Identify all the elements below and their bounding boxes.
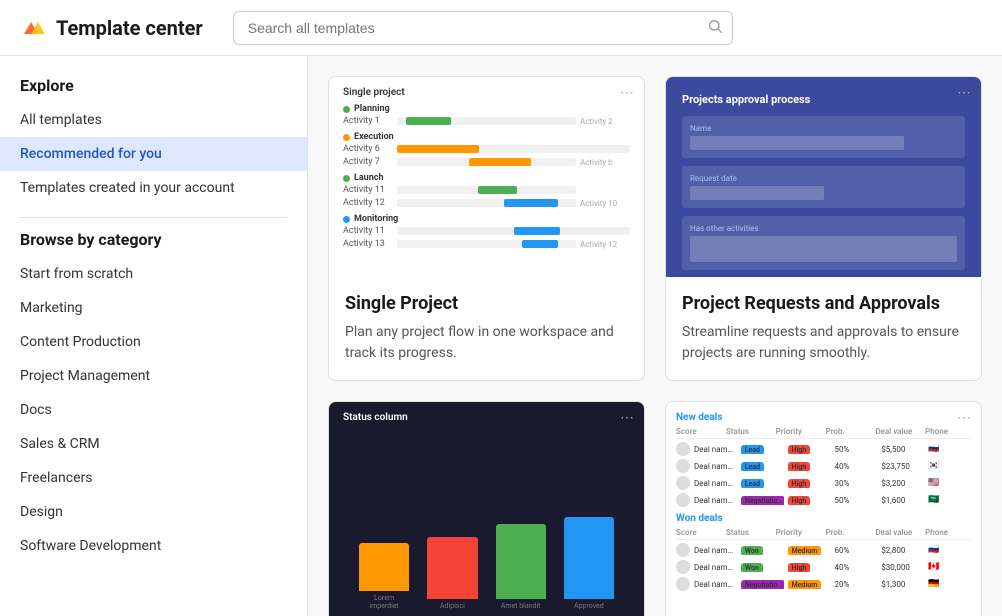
app-title: Template center xyxy=(56,16,203,40)
header: Template center xyxy=(0,0,1002,56)
card-preview-single-project: ⋯ Single project Planning Activity 1 Act… xyxy=(329,77,644,277)
more-icon[interactable]: ⋯ xyxy=(620,410,634,426)
sales-row: Deal name 2 Lead High 40%$23,750🇰🇷 xyxy=(676,459,971,473)
sales-row: Deal name 4 Negotiation High 50%$1,600🇸🇦 xyxy=(676,493,971,507)
more-icon[interactable]: ⋯ xyxy=(620,85,634,101)
sales-row: Deal name 5 Won Medium 60%$2,800🇷🇺 xyxy=(676,543,971,557)
gantt-monitoring: Monitoring xyxy=(343,214,630,224)
sidebar-divider xyxy=(20,217,287,218)
sidebar-item-scratch[interactable]: Start from scratch xyxy=(0,257,307,291)
sales-table: New deals ScoreStatusPriorityProb.Deal v… xyxy=(666,402,981,602)
bar-item: Adipisci xyxy=(427,537,477,610)
template-card-approval-process[interactable]: ⋯ Status column Lorem imperdiet Adipisci xyxy=(328,401,645,616)
template-grid: ⋯ Single project Planning Activity 1 Act… xyxy=(328,76,982,616)
card-preview-sales-pipeline: ⋯ New deals ScoreStatusPriorityProb.Deal… xyxy=(666,402,981,602)
search-input[interactable] xyxy=(233,11,733,45)
bar-item: Amet blandit xyxy=(496,524,546,610)
card-title: Project Requests and Approvals xyxy=(682,293,965,314)
explore-title: Explore xyxy=(0,76,307,103)
card-title: Single Project xyxy=(345,293,628,314)
gantt-row: Activity 7 Activity b xyxy=(343,157,630,167)
gantt-row: Activity 11 xyxy=(343,185,630,195)
browse-title: Browse by category xyxy=(0,230,307,257)
sidebar-item-pm[interactable]: Project Management xyxy=(0,359,307,393)
sales-row: Deal name 1 Lead High 50%$5,500🇷🇺 xyxy=(676,442,971,456)
sidebar-item-design[interactable]: Design xyxy=(0,495,307,529)
sidebar: Explore All templates Recommended for yo… xyxy=(0,56,308,616)
more-icon[interactable]: ⋯ xyxy=(957,85,971,101)
sidebar-item-content[interactable]: Content Production xyxy=(0,325,307,359)
template-card-project-requests[interactable]: ⋯ Projects approval process Name Request… xyxy=(665,76,982,381)
card-desc: Streamline requests and approvals to ens… xyxy=(682,322,965,364)
sidebar-item-freelancers[interactable]: Freelancers xyxy=(0,461,307,495)
gantt-execution: Execution xyxy=(343,132,630,142)
template-card-sales-pipeline[interactable]: ⋯ New deals ScoreStatusPriorityProb.Deal… xyxy=(665,401,982,616)
more-icon[interactable]: ⋯ xyxy=(957,410,971,426)
gantt-row: Activity 11 xyxy=(343,226,630,236)
preview-label: Single project xyxy=(343,87,630,98)
sidebar-item-account[interactable]: Templates created in your account xyxy=(0,171,307,205)
sidebar-item-marketing[interactable]: Marketing xyxy=(0,291,307,325)
card-body-sales-pipeline: Sales pipeline xyxy=(666,602,981,616)
gantt-launch: Launch xyxy=(343,173,630,183)
sales-row: Deal name 3 Lead High 30%$3,200🇺🇸 xyxy=(676,476,971,490)
template-main: ⋯ Single project Planning Activity 1 Act… xyxy=(308,56,1002,616)
approval-preview-title: Projects approval process xyxy=(682,93,965,106)
template-card-single-project[interactable]: ⋯ Single project Planning Activity 1 Act… xyxy=(328,76,645,381)
bar-item: Lorem imperdiet xyxy=(359,543,409,610)
search-bar xyxy=(233,11,733,45)
sidebar-item-software[interactable]: Software Development xyxy=(0,529,307,563)
logo-icon xyxy=(20,14,48,42)
sales-row: Deal name 6 Won High 40%$30,000🇨🇦 xyxy=(676,560,971,574)
gantt-row: Activity 6 xyxy=(343,144,630,154)
sidebar-item-recommended[interactable]: Recommended for you xyxy=(0,137,307,171)
main-layout: Explore All templates Recommended for yo… xyxy=(0,56,1002,616)
card-preview-project-requests: ⋯ Projects approval process Name Request… xyxy=(666,77,981,277)
card-desc: Plan any project flow in one workspace a… xyxy=(345,322,628,364)
bar-item: Approved xyxy=(564,517,614,610)
logo: Template center xyxy=(20,14,203,42)
gantt-row: Activity 12 Activity 10 xyxy=(343,198,630,208)
gantt-planning: Planning xyxy=(343,104,630,114)
preview-label: Status column xyxy=(343,412,408,423)
card-preview-approval-process: ⋯ Status column Lorem imperdiet Adipisci xyxy=(329,402,644,616)
card-body-project-requests: Project Requests and Approvals Streamlin… xyxy=(666,277,981,380)
sidebar-item-all[interactable]: All templates xyxy=(0,103,307,137)
sales-row: Deal name 7 Negotiation Medium 20%$1,300… xyxy=(676,577,971,591)
gantt-row: Activity 13 Activity 12 xyxy=(343,239,630,249)
search-icon xyxy=(707,18,723,38)
sidebar-item-sales[interactable]: Sales & CRM xyxy=(0,427,307,461)
card-body-single-project: Single Project Plan any project flow in … xyxy=(329,277,644,380)
sidebar-item-docs[interactable]: Docs xyxy=(0,393,307,427)
gantt-row: Activity 1 Activity 2 xyxy=(343,116,630,126)
